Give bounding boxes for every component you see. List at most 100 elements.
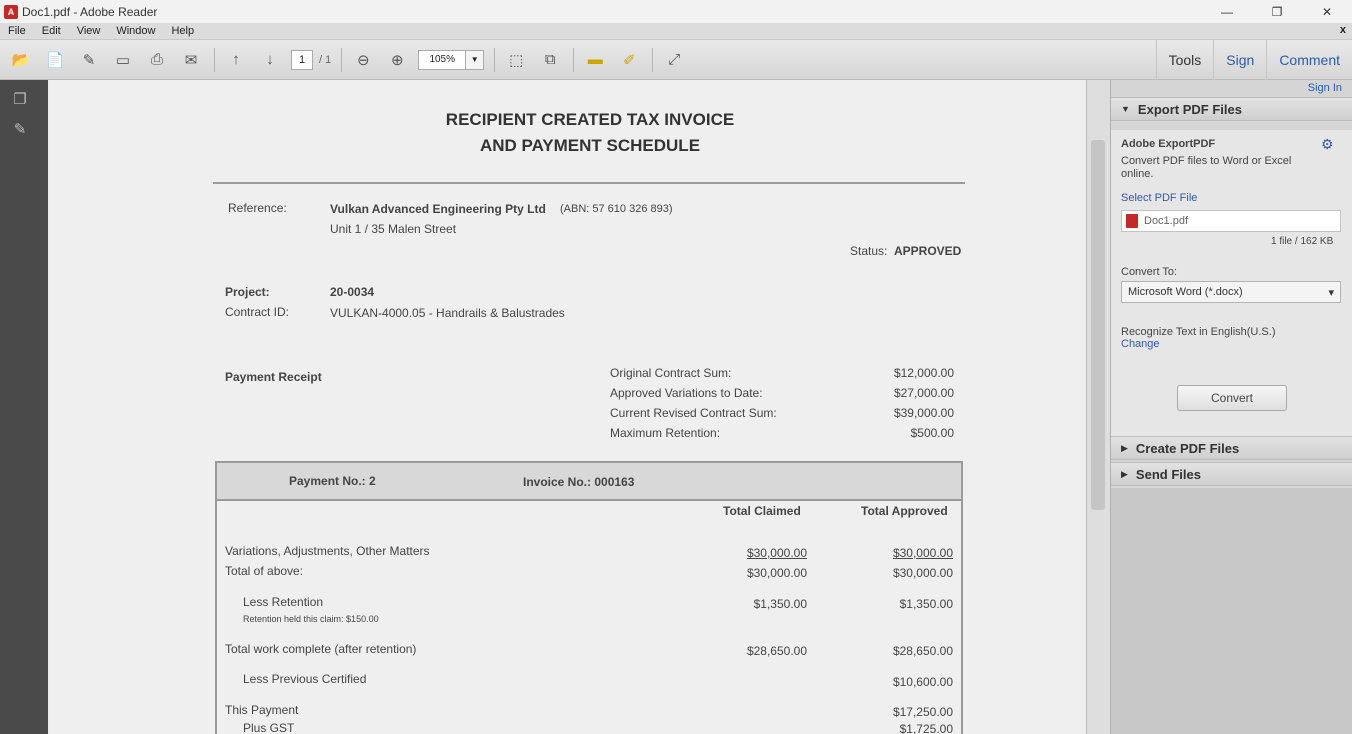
convert-to-select[interactable]: Microsoft Word (*.docx) ▾ — [1121, 281, 1341, 303]
email-icon[interactable]: ✉ — [178, 47, 204, 73]
title-bar: A Doc1.pdf - Adobe Reader — ❐ ✕ — [0, 0, 1352, 23]
create-pdf-section-label: Create PDF Files — [1135, 440, 1240, 456]
retention-note: Retention held this claim: $150.00 — [243, 614, 379, 624]
zoom-out-icon[interactable]: ⊖ — [350, 47, 376, 73]
toolbar-divider — [214, 47, 215, 72]
document-title-line-2: AND PAYMENT SCHEDULE — [479, 136, 701, 155]
toolbar-divider — [652, 47, 654, 72]
document-title-line-1: RECIPIENT CREATED TAX INVOICE — [445, 110, 735, 129]
adobe-reader-icon: A — [4, 4, 18, 19]
menu-help[interactable]: Help — [163, 25, 202, 37]
close-window-button[interactable]: ✕ — [1302, 0, 1352, 23]
fit-page-icon[interactable]: ⬚ — [503, 47, 529, 73]
row-approved: $30,000.00 — [892, 566, 953, 580]
sign-button[interactable]: Sign — [1213, 40, 1266, 80]
summary-label: Approved Variations to Date: — [610, 386, 763, 400]
tools-button[interactable]: Tools — [1155, 40, 1214, 80]
summary-value: $500.00 — [910, 426, 954, 440]
summary-label: Current Revised Contract Sum: — [610, 406, 777, 420]
menu-file[interactable]: File — [0, 25, 34, 37]
expand-arrow-icon: ▶ — [1121, 468, 1128, 479]
row-label: Total of above: — [225, 564, 304, 578]
page-count: / 1 — [319, 53, 332, 66]
row-label: Less Retention — [243, 595, 324, 609]
toolbar-divider — [494, 47, 496, 72]
collapse-arrow-icon: ▼ — [1121, 104, 1130, 114]
contract-label: Contract ID: — [225, 305, 290, 319]
zoom-in-icon[interactable]: ⊕ — [384, 47, 410, 73]
convert-to-value: Microsoft Word (*.docx) — [1128, 286, 1243, 298]
page-number-input[interactable]: 1 — [291, 49, 313, 70]
export-pdf-panel: Adobe ExportPDF ⚙ Convert PDF files to W… — [1111, 130, 1352, 436]
navigation-pane: ❐ ✎ — [0, 80, 48, 734]
edit-icon[interactable]: ✎ — [76, 47, 102, 73]
row-claimed: $28,650.00 — [746, 644, 807, 658]
close-document-button[interactable]: x — [1340, 24, 1346, 36]
summary-value: $39,000.00 — [893, 406, 954, 420]
reference-company: Vulkan Advanced Engineering Pty Ltd — [330, 202, 546, 216]
print-icon[interactable]: ⎙ — [144, 47, 170, 73]
change-language-link[interactable]: Change — [1121, 338, 1160, 350]
reference-address: Unit 1 / 35 Malen Street — [330, 222, 457, 236]
send-files-section-header[interactable]: ▶ Send Files — [1111, 462, 1352, 486]
row-label: This Payment — [225, 703, 299, 717]
row-approved: $17,250.00 — [892, 705, 953, 719]
summary-label: Original Contract Sum: — [610, 366, 732, 380]
row-claimed: $30,000.00 — [746, 566, 807, 580]
page-thumbnails-icon[interactable]: ❐ — [8, 88, 32, 110]
restore-button[interactable]: ❐ — [1252, 0, 1302, 23]
create-pdf-icon[interactable]: 📄 — [42, 47, 68, 73]
row-approved: $30,000.00 — [892, 546, 953, 560]
tools-pane: Sign In ▼ Export PDF Files Adobe ExportP… — [1110, 80, 1352, 734]
row-approved: $1,725.00 — [899, 722, 953, 734]
minimize-button[interactable]: — — [1202, 0, 1252, 23]
open-folder-icon[interactable]: 📂 — [8, 47, 34, 73]
row-approved: $10,600.00 — [892, 675, 953, 689]
select-pdf-file-link[interactable]: Select PDF File — [1121, 192, 1197, 204]
status-value: APPROVED — [894, 244, 962, 258]
zoom-input[interactable]: 105% — [418, 49, 467, 70]
reference-label: Reference: — [228, 201, 287, 215]
toolbar-divider — [341, 47, 343, 72]
comment-button[interactable]: Comment — [1266, 40, 1352, 80]
attachments-icon[interactable]: ✎ — [8, 118, 32, 140]
menu-view[interactable]: View — [69, 25, 109, 37]
fit-width-icon[interactable]: ⧉ — [537, 47, 563, 73]
sign-in-link[interactable]: Sign In — [1308, 82, 1342, 94]
create-pdf-section-header[interactable]: ▶ Create PDF Files — [1111, 436, 1352, 460]
convert-button[interactable]: Convert — [1177, 385, 1287, 411]
title-divider — [213, 182, 965, 184]
tools-pane-empty-area — [1111, 488, 1352, 734]
document-scrollbar[interactable] — [1086, 80, 1110, 734]
summary-value: $12,000.00 — [893, 366, 954, 380]
summary-label: Maximum Retention: — [610, 426, 721, 440]
row-label: Less Previous Certified — [243, 672, 367, 686]
payment-table: Payment No.: 2 Invoice No.: 000163 Total… — [215, 461, 963, 734]
selected-file[interactable]: Doc1.pdf — [1121, 210, 1341, 232]
next-page-icon[interactable]: ↓ — [257, 47, 283, 73]
column-total-approved: Total Approved — [861, 504, 948, 518]
highlight-icon[interactable]: ✐ — [616, 47, 642, 73]
scrollbar-thumb[interactable] — [1091, 140, 1105, 510]
payment-table-header: Payment No.: 2 Invoice No.: 000163 — [217, 463, 961, 501]
sticky-note-icon[interactable]: ▬ — [582, 47, 608, 73]
selected-file-name: Doc1.pdf — [1144, 215, 1189, 227]
row-label: Plus GST — [243, 721, 295, 734]
row-label: Variations, Adjustments, Other Matters — [225, 544, 430, 558]
pdf-page: RECIPIENT CREATED TAX INVOICE AND PAYMEN… — [50, 80, 1086, 734]
document-view[interactable]: RECIPIENT CREATED TAX INVOICE AND PAYMEN… — [48, 80, 1086, 734]
exportpdf-title: Adobe ExportPDF — [1121, 138, 1216, 150]
file-count: 1 file / 162 KB — [1271, 236, 1334, 247]
toolbar-panels: Tools Sign Comment — [1155, 40, 1352, 80]
save-icon[interactable]: ▭ — [110, 47, 136, 73]
previous-page-icon[interactable]: ↑ — [223, 47, 249, 73]
menu-edit[interactable]: Edit — [34, 25, 69, 37]
expand-icon[interactable]: ⤢ — [661, 47, 687, 73]
pdf-file-icon — [1126, 214, 1138, 228]
toolbar: 📂 📄 ✎ ▭ ⎙ ✉ ↑ ↓ 1 / 1 ⊖ ⊕ 105% ▼ ⬚ ⧉ ▬ ✐… — [0, 40, 1352, 80]
reference-abn: (ABN: 57 610 326 893) — [560, 203, 673, 215]
zoom-dropdown-icon[interactable]: ▼ — [466, 49, 485, 70]
export-pdf-section-header[interactable]: ▼ Export PDF Files — [1111, 97, 1352, 121]
menu-window[interactable]: Window — [108, 25, 163, 37]
info-icon[interactable]: ⚙ — [1321, 136, 1334, 153]
